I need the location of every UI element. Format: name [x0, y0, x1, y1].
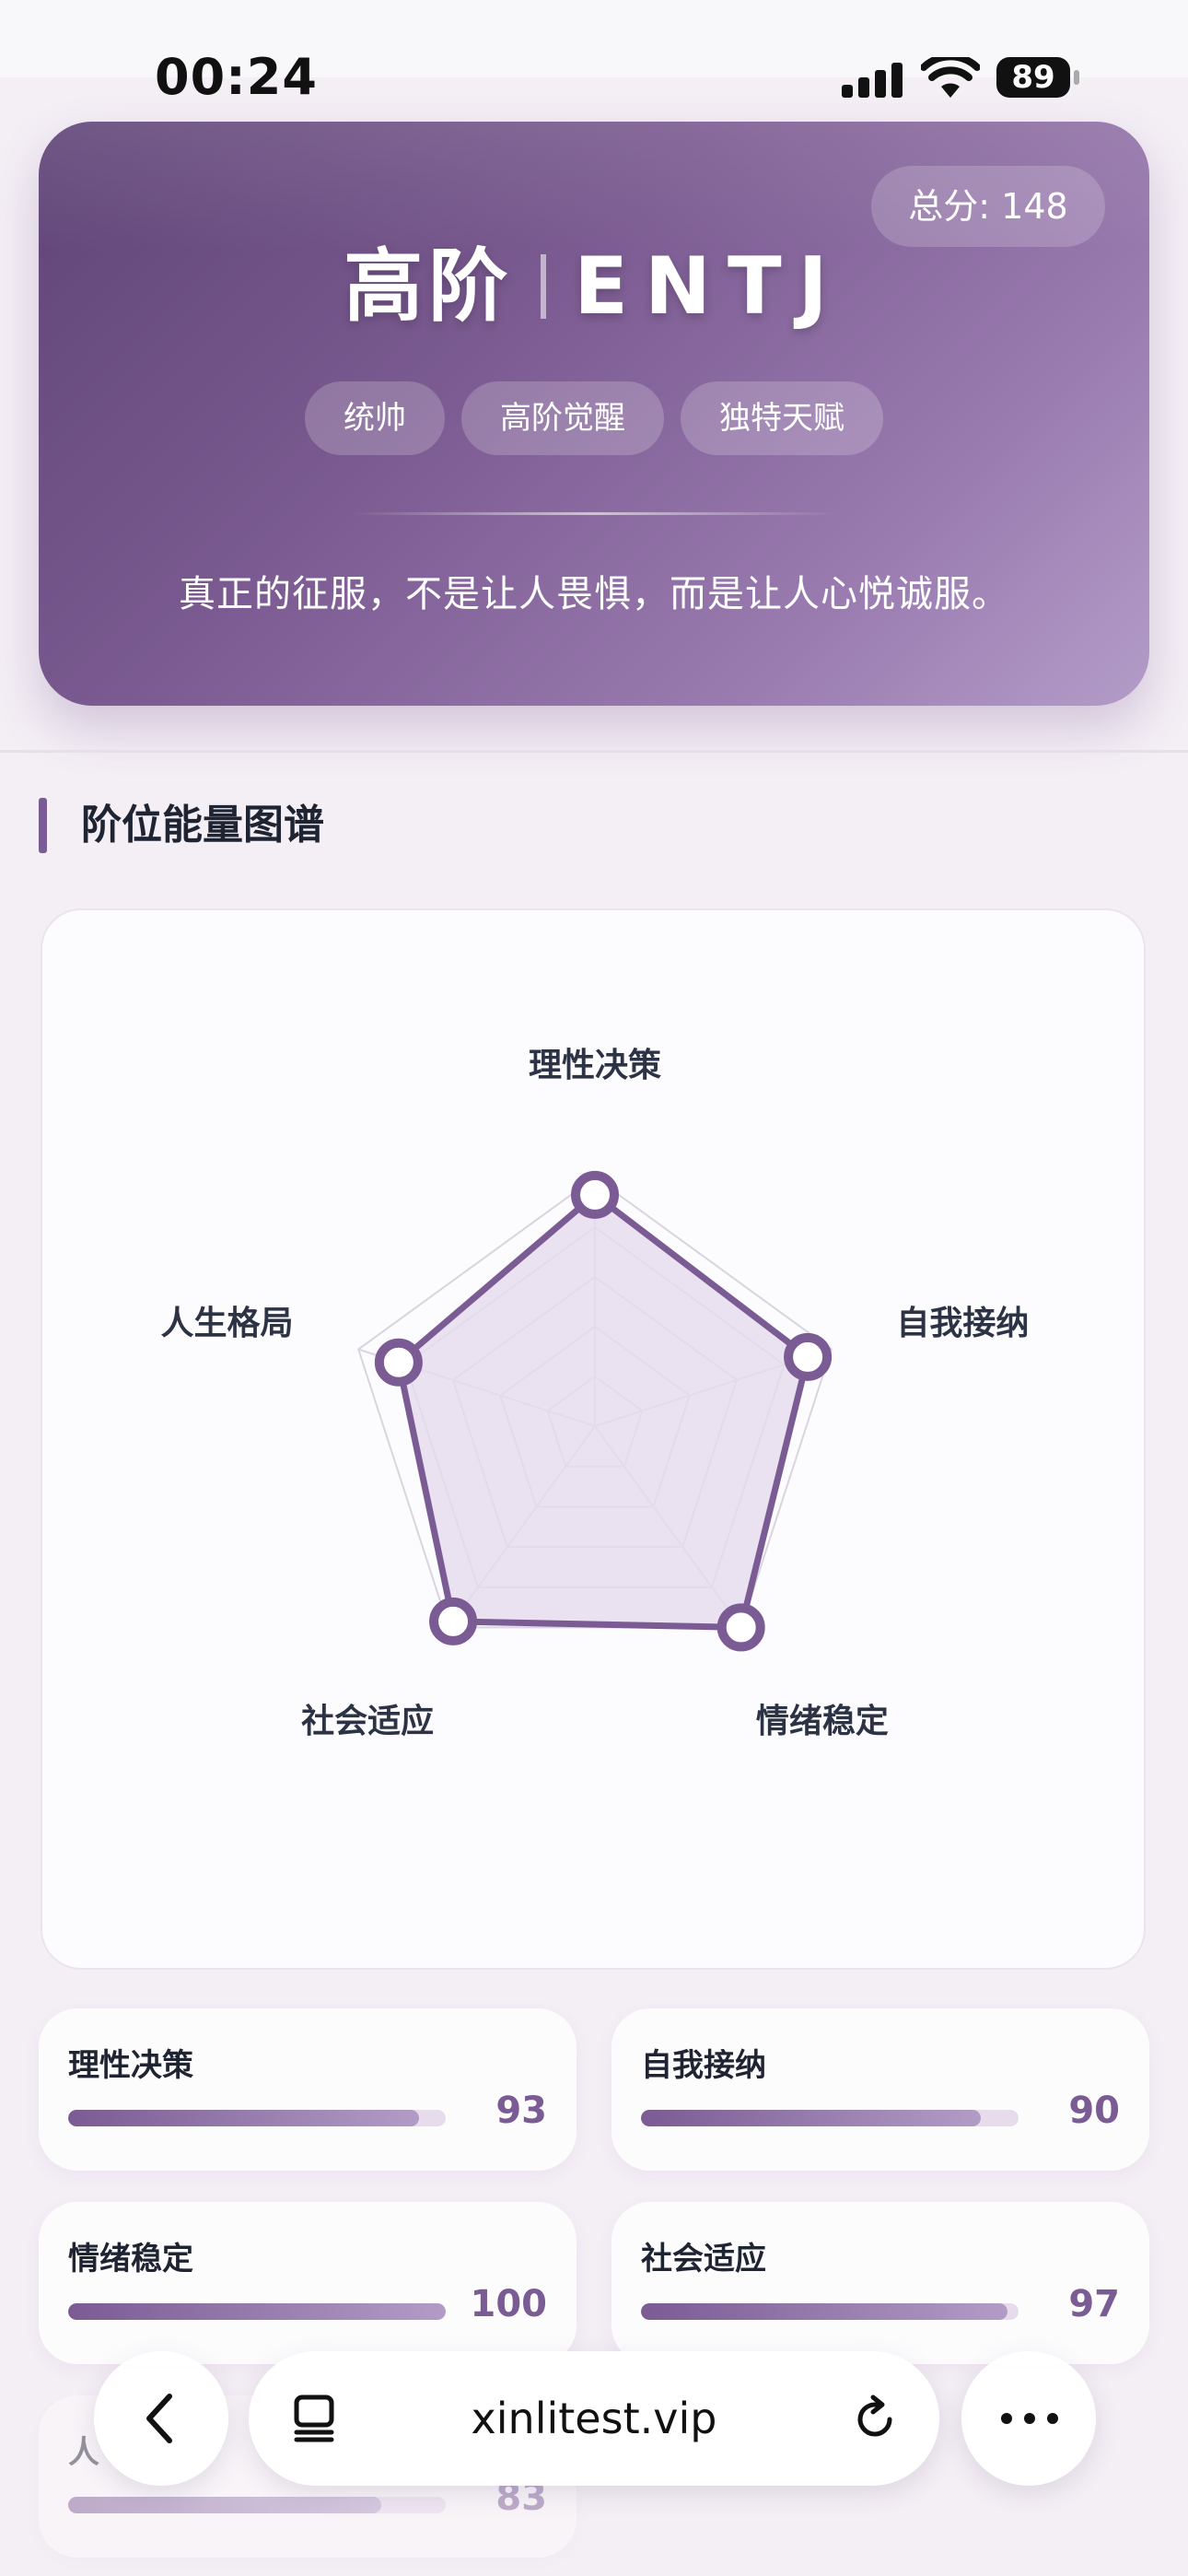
hero-divider	[352, 512, 836, 515]
status-bar: 00:24 89	[0, 0, 1188, 106]
score-card: 社会适应 97	[611, 2202, 1149, 2364]
score-label: 自我接纳	[641, 2047, 766, 2084]
tag: 独特天赋	[681, 381, 883, 455]
section-title: 阶位能量图谱	[81, 802, 324, 849]
score-bar	[68, 2497, 446, 2513]
score-bar-fill	[641, 2303, 1007, 2320]
score-bar	[641, 2303, 1019, 2320]
score-card: 情绪稳定 100	[39, 2202, 577, 2364]
back-button[interactable]	[94, 2351, 228, 2486]
wifi-icon	[921, 57, 980, 98]
radar-data-point	[374, 1338, 423, 1387]
radar-data-point	[429, 1597, 478, 1645]
score-label: 社会适应	[641, 2241, 766, 2277]
score-value: 100	[470, 2283, 548, 2325]
score-value: 90	[1068, 2090, 1120, 2132]
result-type: ENTJ	[574, 240, 844, 333]
result-level: 高阶	[344, 240, 514, 333]
radar-axis-label: 情绪稳定	[756, 1703, 889, 1740]
radar-axis-label: 自我接纳	[896, 1305, 1029, 1342]
radar-chart-card: 理性决策自我接纳情绪稳定 社会适应 人生格局	[41, 908, 1146, 1970]
radar-axis-label: 社会适应	[301, 1703, 434, 1740]
score-bar	[68, 2110, 446, 2126]
tag-list: 统帅 高阶觉醒 独特天赋	[39, 381, 1149, 455]
radar-data-point	[716, 1603, 765, 1652]
section-divider	[0, 750, 1188, 753]
score-bar	[68, 2303, 446, 2320]
score-value: 97	[1068, 2283, 1120, 2325]
result-hero-card: 总分: 148 高阶 ENTJ 统帅 高阶觉醒 独特天赋 真正的征服，不是让人畏惧…	[39, 122, 1149, 706]
radar-axis-label: 理性决策	[529, 1047, 661, 1084]
score-bar-fill	[68, 2303, 446, 2320]
reload-icon[interactable]	[847, 2392, 903, 2447]
tag: 统帅	[305, 381, 445, 455]
radar-data-point	[784, 1332, 833, 1381]
score-bar	[641, 2110, 1019, 2126]
score-bar-fill	[68, 2497, 382, 2513]
radar-data-point	[571, 1170, 619, 1219]
radar-axis-label: 人生格局	[161, 1305, 294, 1342]
chevron-left-icon	[146, 2394, 172, 2443]
more-options-button[interactable]	[961, 2351, 1096, 2486]
url-text: xinlitest.vip	[471, 2394, 717, 2443]
result-quote: 真正的征服，不是让人畏惧，而是让人心悦诚服。	[179, 573, 1009, 615]
score-label: 情绪稳定	[68, 2241, 193, 2277]
score-label: 理性决策	[68, 2047, 193, 2084]
more-icon	[1001, 2413, 1058, 2424]
radar-series-area	[395, 1191, 811, 1631]
result-title: 高阶 ENTJ	[39, 221, 1149, 336]
tag: 高阶觉醒	[461, 381, 664, 455]
radar-chart: 理性决策自我接纳情绪稳定 社会适应 人生格局	[161, 1047, 1030, 1740]
score-bar-fill	[68, 2110, 420, 2126]
score-card: 自我接纳 90	[611, 2008, 1149, 2171]
status-time: 00:24	[155, 48, 318, 106]
battery-icon: 89	[996, 57, 1081, 100]
section-accent-bar	[39, 798, 47, 853]
score-value: 93	[495, 2090, 547, 2132]
score-bar-fill	[641, 2110, 981, 2126]
cellular-signal-icon	[842, 63, 903, 98]
battery-level: 89	[996, 57, 1070, 98]
address-bar[interactable]: xinlitest.vip	[249, 2351, 939, 2486]
score-card: 理性决策 93	[39, 2008, 577, 2171]
